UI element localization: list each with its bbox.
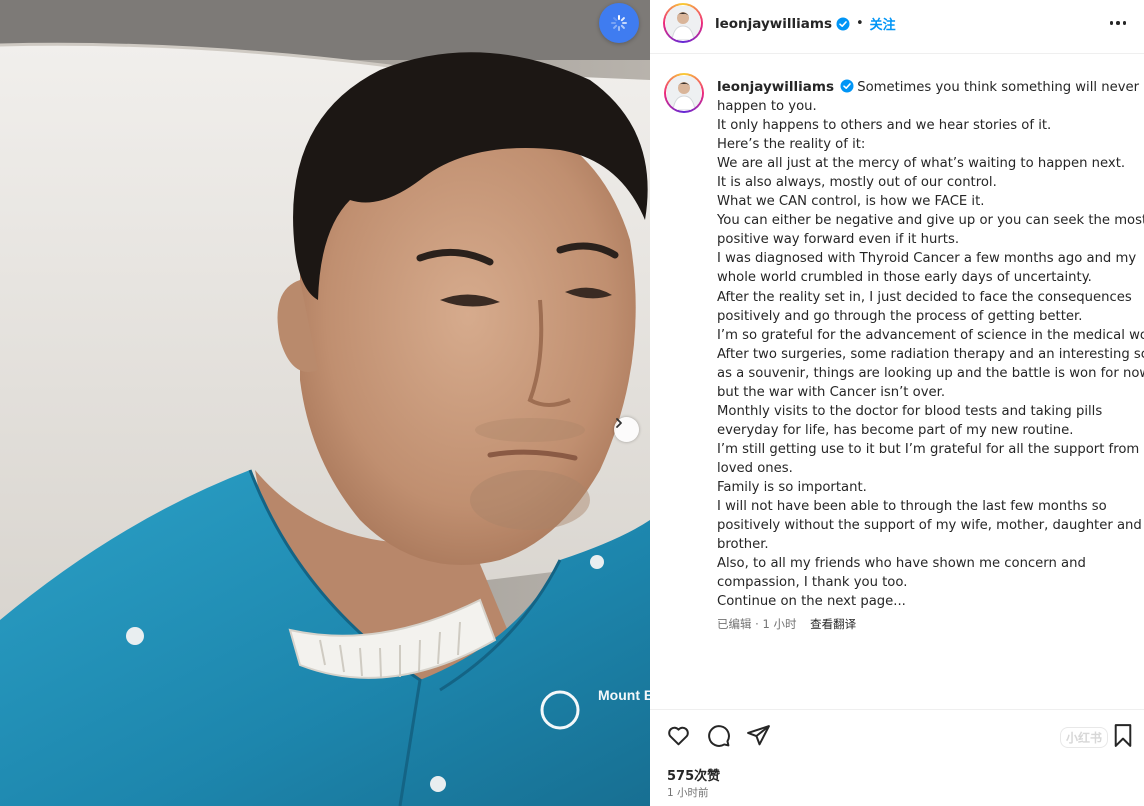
caption-line: After two surgeries, some radiation ther… xyxy=(717,346,1144,362)
caption-line: I was diagnosed with Thyroid Cancer a fe… xyxy=(717,251,1137,267)
verified-badge-icon xyxy=(836,17,850,31)
send-icon[interactable] xyxy=(746,723,771,748)
post-photo: Mount E ORCHARD xyxy=(0,0,650,806)
caption-line: brother. xyxy=(717,537,769,553)
caption-line: After the reality set in, I just decided… xyxy=(717,289,1132,305)
bookmark-icon[interactable] xyxy=(1112,723,1134,748)
caption-line: Here’s the reality of it: xyxy=(717,137,866,153)
follow-button[interactable]: 关注 xyxy=(870,14,896,33)
post-time: 1 小时前 xyxy=(667,787,709,799)
caption-first-line: leonjaywilliams Sometimes you think some… xyxy=(717,78,1142,97)
caption-line: positively without the support of my wif… xyxy=(717,518,1142,534)
caption-area: leonjaywilliams Sometimes you think some… xyxy=(650,54,1144,708)
caption-line: happen to you. xyxy=(717,99,817,115)
see-translation-link[interactable]: 查看翻译 xyxy=(810,617,856,631)
caption-username-link[interactable]: leonjaywilliams xyxy=(717,79,834,95)
caption-line: Sometimes you think something will never xyxy=(857,80,1140,95)
caption-line: What we CAN control, is how we FACE it. xyxy=(717,194,985,210)
profile-photo-icon xyxy=(667,76,701,110)
caption-line: You can either be negative and give up o… xyxy=(717,213,1144,229)
avatar[interactable] xyxy=(663,3,703,43)
likes-count[interactable]: 575次赞 xyxy=(667,765,720,784)
caption-line: It is also always, mostly out of our con… xyxy=(717,175,997,191)
profile-photo-icon xyxy=(666,6,700,40)
post-actions: 小红书 575次赞 1 小时前 xyxy=(650,709,1144,806)
caption-line: Continue on the next page... xyxy=(717,594,906,610)
caption-line: positive way forward even if it hurts. xyxy=(717,232,960,248)
verified-badge-icon xyxy=(840,79,854,93)
selfie-image: Mount E ORCHARD xyxy=(0,0,650,806)
caption-avatar[interactable] xyxy=(664,73,704,113)
next-photo-button[interactable] xyxy=(614,417,639,442)
watermark-label: 小红书 xyxy=(1060,727,1109,748)
chevron-right-icon xyxy=(616,418,622,428)
shirt-logo-text: Mount E ORCHARD xyxy=(598,687,650,703)
caption-line: I’m still getting use to it but I’m grat… xyxy=(717,441,1144,457)
caption-line: We are all just at the mercy of what’s w… xyxy=(717,156,1126,172)
caption-line: as a souvenir, things are looking up and… xyxy=(717,365,1144,381)
caption-line: Also, to all my friends who have shown m… xyxy=(717,556,1086,572)
caption-line: I will not have been able to through the… xyxy=(717,499,1107,515)
caption-line: positively and go through the process of… xyxy=(717,308,1083,324)
caption-line: whole world crumbled in those early days… xyxy=(717,270,1092,286)
caption-line: compassion, I thank you too. xyxy=(717,575,908,591)
separator-dot: • xyxy=(856,16,864,31)
post-side-panel: leonjaywilliams • 关注 leonjaywilliams Som… xyxy=(650,0,1144,806)
heart-icon[interactable] xyxy=(666,723,691,748)
caption-line: I’m so grateful for the advancement of s… xyxy=(717,327,1144,343)
post-header: leonjaywilliams • 关注 xyxy=(650,0,1144,54)
username-link[interactable]: leonjaywilliams xyxy=(715,16,832,32)
more-options-icon[interactable] xyxy=(1106,14,1130,32)
edited-timestamp: 已编辑 · 1 小时 xyxy=(717,617,797,631)
comment-icon[interactable] xyxy=(706,723,731,748)
loading-spinner-icon xyxy=(599,3,639,43)
header-user: leonjaywilliams • 关注 xyxy=(715,14,896,34)
caption-line: Family is so important. xyxy=(717,479,867,495)
caption-line: Monthly visits to the doctor for blood t… xyxy=(717,403,1103,419)
caption-line: It only happens to others and we hear st… xyxy=(717,118,1052,134)
caption-line: everyday for life, has become part of my… xyxy=(717,422,1074,438)
instagram-post-view: Mount E ORCHARD xyxy=(0,0,1144,806)
caption-line: but the war with Cancer isn’t over. xyxy=(717,384,946,400)
caption-text: leonjaywilliams Sometimes you think some… xyxy=(717,78,1144,611)
caption-meta: 已编辑 · 1 小时 查看翻译 xyxy=(717,616,856,632)
caption-line: loved ones. xyxy=(717,460,793,476)
